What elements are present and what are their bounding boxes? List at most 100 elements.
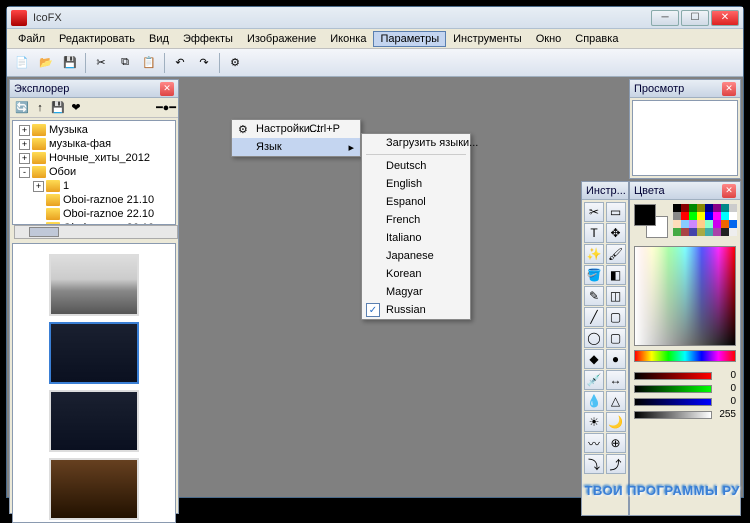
copy-button[interactable]: ⧉ <box>114 52 136 74</box>
crop-tool[interactable]: ✂ <box>584 202 604 222</box>
thumbnail-item[interactable] <box>49 254 139 316</box>
minimize-button[interactable]: ─ <box>651 10 679 26</box>
tree-toggle-icon[interactable]: - <box>19 167 30 178</box>
language-option[interactable]: Japanese <box>362 247 470 265</box>
menu-tools[interactable]: Инструменты <box>446 31 529 47</box>
picker-tool[interactable]: 💉 <box>584 370 604 390</box>
sharpen-tool[interactable]: △ <box>606 391 626 411</box>
tree-item[interactable]: Oboi-raznoe 22.10 <box>15 207 173 221</box>
g-slider[interactable] <box>634 385 712 393</box>
rect-tool[interactable]: ▢ <box>606 307 626 327</box>
clone-tool[interactable]: ⊕ <box>606 433 626 453</box>
menu-edit[interactable]: Редактировать <box>52 31 142 47</box>
color-swatch[interactable] <box>689 220 697 228</box>
hue-slider[interactable] <box>634 350 736 362</box>
brush-tool[interactable]: 🖌 <box>606 244 626 264</box>
color-swatch[interactable] <box>689 212 697 220</box>
color-swatch[interactable] <box>705 204 713 212</box>
menu-effects[interactable]: Эффекты <box>176 31 240 47</box>
color-swatch[interactable] <box>721 228 729 236</box>
thumbnail-item[interactable] <box>49 458 139 520</box>
new-button[interactable]: 📄 <box>11 52 33 74</box>
color-swatch[interactable] <box>729 228 737 236</box>
color-swatch[interactable] <box>713 204 721 212</box>
titlebar[interactable]: IcoFX ─ ☐ ✕ <box>7 7 743 29</box>
eraser-tool[interactable]: ◫ <box>606 286 626 306</box>
menu-help[interactable]: Справка <box>568 31 625 47</box>
shape2-tool[interactable]: ● <box>606 349 626 369</box>
tree-item[interactable]: +Музыка <box>15 123 173 137</box>
language-option[interactable]: English <box>362 175 470 193</box>
language-option[interactable]: Magyar <box>362 283 470 301</box>
thumbnail-item[interactable] <box>49 390 139 452</box>
color-swatch[interactable] <box>713 212 721 220</box>
color-swatch[interactable] <box>729 204 737 212</box>
menu-options[interactable]: Параметры <box>373 31 446 47</box>
tools-header[interactable]: Инстр... <box>582 182 628 200</box>
explorer-header[interactable]: Эксплорер ✕ <box>10 80 178 98</box>
color-swatch[interactable] <box>713 220 721 228</box>
exp-up-icon[interactable]: ↑ <box>32 100 48 116</box>
thumbnail-item[interactable] <box>49 322 139 384</box>
color-swatch[interactable] <box>689 204 697 212</box>
smudge-tool[interactable]: 〰 <box>584 433 604 453</box>
open-button[interactable]: 📂 <box>35 52 57 74</box>
color-swatch[interactable] <box>681 204 689 212</box>
rounded-tool[interactable]: ▢ <box>606 328 626 348</box>
tree-item[interactable]: -Обои <box>15 165 173 179</box>
tree-item[interactable]: Oboi-raznoe 21.10 <box>15 193 173 207</box>
exp-drive-icon[interactable]: 💾 <box>50 100 66 116</box>
color-swatch[interactable] <box>713 228 721 236</box>
dropdown-language[interactable]: Язык ▸ <box>232 138 360 156</box>
replace-tool[interactable]: ↔ <box>606 370 626 390</box>
b-slider[interactable] <box>634 398 712 406</box>
color-swatch[interactable] <box>681 220 689 228</box>
menu-view[interactable]: Вид <box>142 31 176 47</box>
color-swatch[interactable] <box>721 220 729 228</box>
tool-button[interactable]: ⚙ <box>224 52 246 74</box>
color-swatch[interactable] <box>705 220 713 228</box>
wand-tool[interactable]: ✨ <box>584 244 604 264</box>
menu-file[interactable]: Файл <box>11 31 52 47</box>
dodge-tool[interactable]: ☀ <box>584 412 604 432</box>
tree-scrollbar[interactable] <box>14 225 178 239</box>
color-picker[interactable] <box>634 246 736 346</box>
curve2-tool[interactable]: ⤴ <box>606 454 626 474</box>
save-button[interactable]: 💾 <box>59 52 81 74</box>
menu-window[interactable]: Окно <box>529 31 569 47</box>
gradient-tool[interactable]: ◧ <box>606 265 626 285</box>
tree-item[interactable]: +1 <box>15 179 173 193</box>
color-swatch[interactable] <box>721 204 729 212</box>
color-swatch[interactable] <box>705 212 713 220</box>
burn-tool[interactable]: 🌙 <box>606 412 626 432</box>
color-swatch[interactable] <box>697 204 705 212</box>
color-swatch[interactable] <box>705 228 713 236</box>
color-swatch[interactable] <box>729 220 737 228</box>
close-button[interactable]: ✕ <box>711 10 739 26</box>
explorer-close-icon[interactable]: ✕ <box>160 82 174 96</box>
colors-header[interactable]: Цвета ✕ <box>630 182 740 200</box>
blur-tool[interactable]: 💧 <box>584 391 604 411</box>
tree-toggle-icon[interactable]: + <box>19 139 30 150</box>
exp-refresh-icon[interactable]: 🔄 <box>14 100 30 116</box>
paste-button[interactable]: 📋 <box>138 52 160 74</box>
color-swatch[interactable] <box>689 228 697 236</box>
color-swatch[interactable] <box>697 228 705 236</box>
cut-button[interactable]: ✂ <box>90 52 112 74</box>
color-swatch[interactable] <box>673 220 681 228</box>
language-option[interactable]: Deutsch <box>362 157 470 175</box>
move-tool[interactable]: ✥ <box>606 223 626 243</box>
line-tool[interactable]: ╱ <box>584 307 604 327</box>
dropdown-load-languages[interactable]: Загрузить языки... <box>362 134 470 152</box>
color-swatch[interactable] <box>673 228 681 236</box>
exp-slider[interactable]: ━●━ <box>158 100 174 116</box>
folder-tree[interactable]: +Музыка+музыка-фая+Ночные_хиты_2012-Обои… <box>12 120 176 225</box>
select-tool[interactable]: ▭ <box>606 202 626 222</box>
color-swatch[interactable] <box>721 212 729 220</box>
maximize-button[interactable]: ☐ <box>681 10 709 26</box>
language-option[interactable]: ✓Russian <box>362 301 470 319</box>
language-option[interactable]: French <box>362 211 470 229</box>
redo-button[interactable]: ↷ <box>193 52 215 74</box>
language-option[interactable]: Korean <box>362 265 470 283</box>
tree-item[interactable]: +Ночные_хиты_2012 <box>15 151 173 165</box>
